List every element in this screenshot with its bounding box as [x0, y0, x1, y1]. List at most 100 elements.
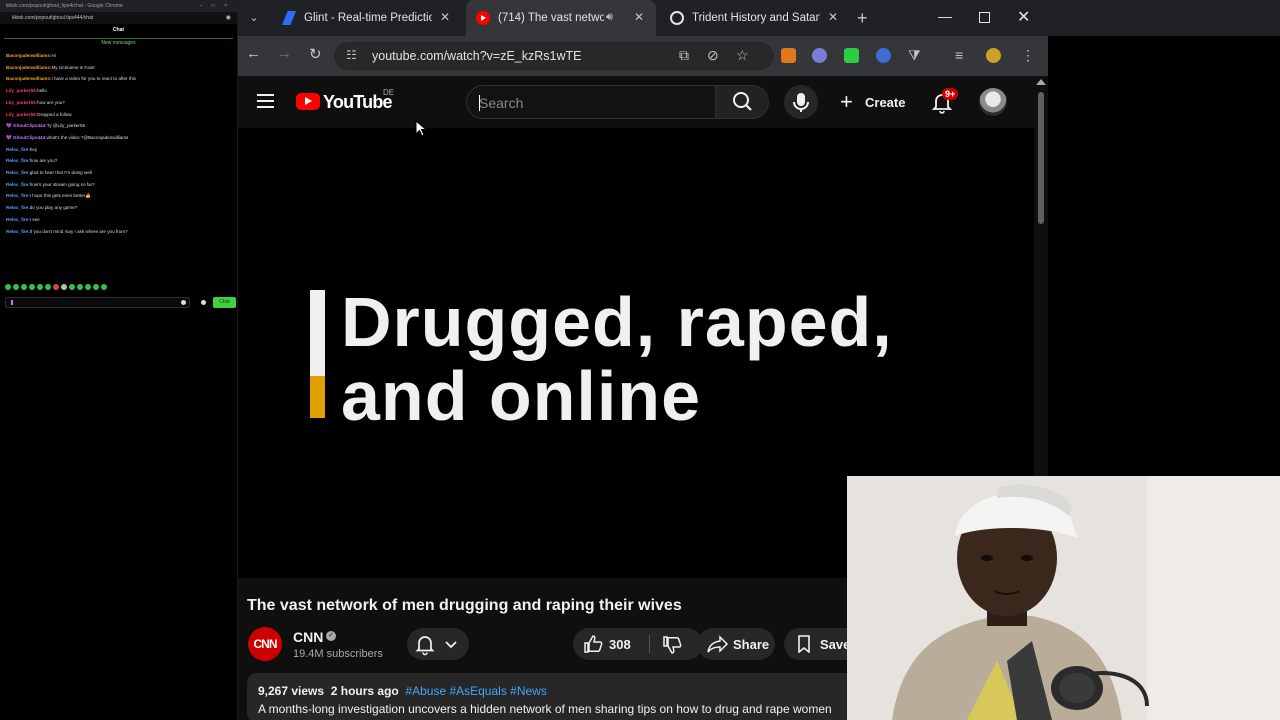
chat-username[interactable]: Reloc_fire: — [6, 170, 30, 175]
chat-username[interactable]: Reloc_fire: — [6, 205, 30, 210]
emote-icon[interactable] — [93, 284, 99, 290]
share-label: Share — [733, 637, 770, 652]
maximize-icon[interactable] — [979, 12, 990, 23]
emote-icon[interactable] — [13, 284, 19, 290]
emote-icon[interactable] — [21, 284, 27, 290]
new-messages-divider[interactable]: New messages — [4, 38, 233, 47]
chat-message: Lily_parker55:Dropped a follow — [6, 109, 231, 121]
speaker-icon[interactable]: 🔊︎ — [606, 11, 613, 24]
back-arrow-icon[interactable]: ← — [246, 45, 261, 62]
chat-send-button[interactable]: Chat — [213, 297, 236, 308]
chrome-menu-icon[interactable]: ⋮ — [1021, 47, 1035, 64]
emote-icon[interactable] — [77, 284, 83, 290]
metamask-extension-icon[interactable] — [781, 48, 796, 63]
emote-icon[interactable] — [29, 284, 35, 290]
minimize-icon[interactable]: — — [938, 8, 952, 24]
profile-avatar-icon[interactable] — [986, 48, 1001, 63]
emote-icon[interactable] — [5, 284, 11, 290]
chat-username[interactable]: Reloc_fire: — [6, 147, 30, 152]
reload-icon[interactable]: ↻ — [309, 45, 322, 63]
thumbs-down-icon[interactable] — [662, 636, 682, 654]
close-tab-icon[interactable]: ✕ — [634, 10, 644, 24]
emote-icon[interactable] — [45, 284, 51, 290]
close-tab-icon[interactable]: ✕ — [828, 10, 838, 24]
thumbs-up-icon[interactable] — [583, 635, 603, 653]
install-app-icon[interactable]: ⧉ — [679, 47, 689, 64]
chat-username[interactable]: Reloc_fire: — [6, 229, 30, 234]
search-input[interactable] — [479, 93, 699, 113]
eye-icon[interactable]: ◉ — [226, 14, 231, 21]
tab-youtube[interactable]: (714) The vast network of 🔊︎ ✕ — [466, 0, 656, 36]
bookmark-star-icon[interactable]: ☆ — [736, 47, 749, 64]
webcam-streamer-figure — [847, 476, 1280, 720]
bell-dropdown-icon — [415, 636, 457, 656]
emote-icon[interactable] — [37, 284, 43, 290]
close-tab-icon[interactable]: ✕ — [440, 10, 450, 24]
chat-username[interactable]: Lily_parker55: — [6, 88, 37, 93]
tab-trident[interactable]: Trident History and Satan ✕ — [660, 0, 850, 36]
accent-gold-segment — [310, 376, 325, 418]
share-button[interactable]: Share — [697, 628, 775, 660]
scrollbar-thumb[interactable] — [1038, 92, 1044, 224]
voice-search-button[interactable] — [784, 85, 818, 119]
view-count: 9,267 views — [258, 684, 325, 698]
chat-message: Reloc_fire:I see — [6, 214, 231, 226]
chat-username[interactable]: Lily_parker55: — [6, 112, 37, 117]
search-button[interactable] — [715, 85, 769, 119]
youtube-logo-text[interactable]: YouTube — [323, 92, 393, 113]
chat-input[interactable] — [5, 297, 190, 308]
subscribed-notifications-button[interactable] — [407, 628, 469, 660]
hashtags[interactable]: #Abuse #AsEquals #News — [405, 684, 546, 698]
chat-text: My nickname is Faint — [51, 64, 95, 70]
eye-slash-icon[interactable]: ⊘ — [707, 47, 719, 64]
window-close-icon[interactable]: ✕ — [1017, 7, 1030, 27]
chat-message: Reloc_fire:do you play any game? — [6, 202, 231, 214]
tab-title: (714) The vast network of — [498, 12, 604, 24]
create-button[interactable]: + Create — [836, 85, 908, 119]
window-controls-icon[interactable]: – □ × — [200, 3, 232, 9]
chat-username[interactable]: Baconjadenwilliams: — [6, 76, 51, 81]
emote-icon[interactable] — [85, 284, 91, 290]
settings-icon[interactable] — [201, 300, 206, 305]
site-info-icon[interactable]: ☷ — [346, 48, 357, 62]
extensions-puzzle-icon[interactable]: ⧩ — [908, 47, 921, 64]
chat-text: I hope this gets even better👍 — [29, 193, 91, 199]
chat-username[interactable]: Baconjadenwilliams: — [6, 53, 51, 58]
chat-window-title: tiktok.com/popout/ghoul_tips4/chat - Goo… — [6, 3, 123, 9]
scroll-up-icon[interactable] — [1036, 79, 1046, 85]
chat-username[interactable]: Lily_parker55: — [6, 100, 37, 105]
emote-icon[interactable] — [53, 284, 59, 290]
emote-icon[interactable] — [69, 284, 75, 290]
chat-message: 💜 GhoulClips444:what's the video ?@Bacon… — [6, 132, 231, 144]
channel-avatar[interactable]: CNN — [248, 627, 282, 661]
channel-name[interactable]: CNN — [293, 629, 323, 645]
tab-search-button[interactable]: ⌄ — [242, 7, 266, 29]
chat-username[interactable]: Reloc_fire: — [6, 182, 30, 187]
forward-arrow-icon[interactable]: → — [277, 45, 292, 62]
chat-username[interactable]: Baconjadenwilliams: — [6, 65, 51, 70]
emote-row[interactable] — [5, 284, 107, 290]
chat-message: Reloc_fire:hey — [6, 144, 231, 156]
emoji-icon[interactable] — [181, 300, 186, 305]
media-control-icon[interactable]: ≡ — [955, 47, 963, 63]
vpn-extension-icon[interactable] — [876, 48, 891, 63]
ghost-extension-icon[interactable] — [812, 48, 827, 63]
hamburger-menu-icon[interactable] — [257, 94, 274, 108]
emote-icon[interactable] — [61, 284, 67, 290]
chat-url-bar[interactable]: tiktok.com/popout/ghoul.tips444/chat ◉ — [0, 12, 237, 24]
search-box[interactable] — [466, 85, 716, 119]
notification-count-badge: 9+ — [942, 88, 959, 100]
puzzle-green-extension-icon[interactable] — [844, 48, 859, 63]
tab-glint[interactable]: Glint - Real-time Prediction ✕ — [272, 0, 462, 36]
account-avatar[interactable] — [979, 88, 1007, 116]
chat-username[interactable]: 💜 GhoulClips444: — [6, 123, 47, 128]
mouse-cursor-icon — [415, 120, 427, 137]
chat-username[interactable]: Reloc_fire: — [6, 158, 30, 163]
chat-username[interactable]: Reloc_fire: — [6, 193, 30, 198]
plus-icon: + — [840, 89, 853, 114]
new-tab-plus-icon[interactable]: + — [857, 8, 868, 29]
youtube-logo-icon[interactable] — [296, 93, 320, 110]
emote-icon[interactable] — [101, 284, 107, 290]
chat-username[interactable]: Reloc_fire: — [6, 217, 30, 222]
chat-username[interactable]: 💜 GhoulClips444: — [6, 135, 47, 140]
